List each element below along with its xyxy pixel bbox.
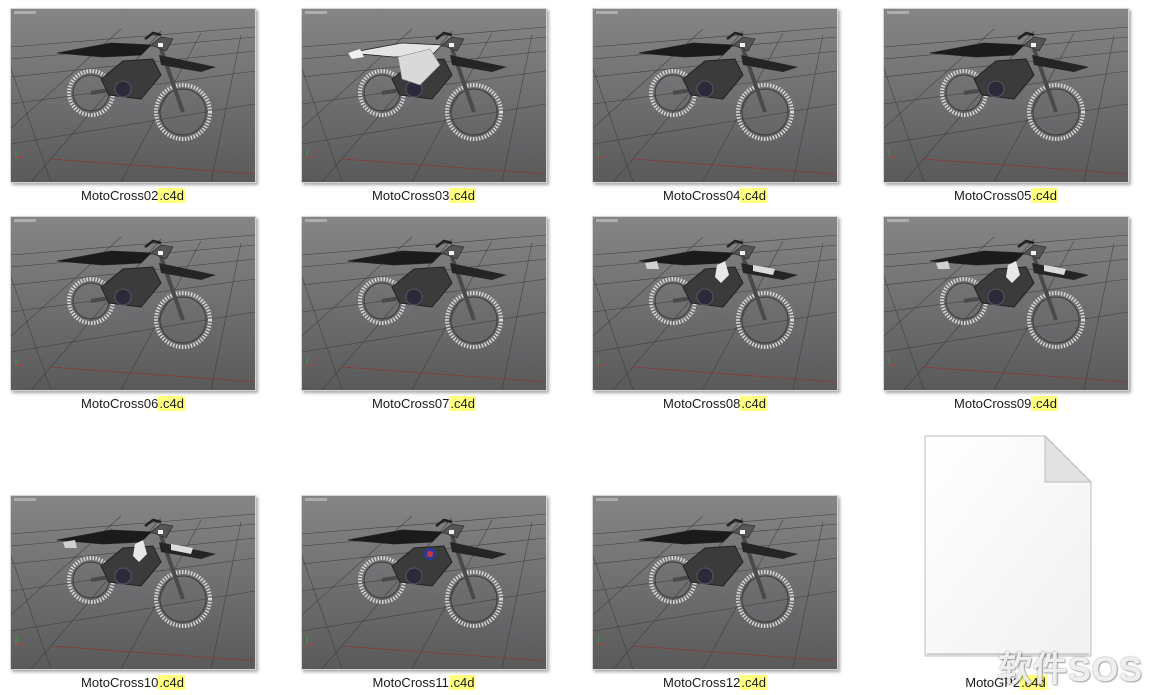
file-name-label: MotoCross10.c4d: [10, 675, 256, 691]
render-thumbnail-svg: [11, 9, 255, 182]
render-thumbnail-svg: [302, 217, 546, 390]
file-name-label: MotoCross05.c4d: [883, 188, 1129, 204]
render-thumbnail-svg: [884, 217, 1128, 390]
motocross-render-thumbnail: [592, 216, 838, 391]
file-name-stem: MotoCross03: [372, 188, 450, 203]
file-name-label: MotoCross07.c4d: [301, 396, 547, 412]
file-extension-highlight: .c4d: [740, 396, 767, 411]
render-thumbnail-svg: [302, 9, 546, 182]
render-thumbnail-svg: [593, 217, 837, 390]
file-name-label: MotoCross11.c4d: [301, 675, 547, 691]
file-name-label: MotoCross02.c4d: [10, 188, 256, 204]
motocross-render-thumbnail: [301, 495, 547, 670]
file-extension-highlight: .c4d: [158, 675, 185, 690]
motocross-render-thumbnail: [592, 8, 838, 183]
file-name-label: MotoCross03.c4d: [301, 188, 547, 204]
watermark: 软件SOS: [998, 651, 1143, 689]
file-name-label: MotoCross04.c4d: [592, 188, 838, 204]
file-name-stem: MotoCross05: [954, 188, 1032, 203]
file-name-stem: MotoCross04: [663, 188, 741, 203]
motocross-render-thumbnail: [10, 216, 256, 391]
render-thumbnail-svg: [11, 217, 255, 390]
file-name-label: MotoCross08.c4d: [592, 396, 838, 412]
motocross-render-thumbnail: [10, 8, 256, 183]
motocross-render-thumbnail: [883, 8, 1129, 183]
generic-file-icon: [915, 432, 1095, 667]
file-name-label: MotoCross06.c4d: [10, 396, 256, 412]
render-thumbnail-svg: [593, 496, 837, 669]
file-extension-highlight: .c4d: [740, 675, 767, 690]
motocross-render-thumbnail: [592, 495, 838, 670]
motocross-render-thumbnail: [301, 8, 547, 183]
file-extension-highlight: .c4d: [449, 396, 476, 411]
generic-file-icon-svg: [924, 434, 1093, 657]
motocross-render-thumbnail: [301, 216, 547, 391]
render-thumbnail-svg: [884, 9, 1128, 182]
file-extension-highlight: .c4d: [1031, 396, 1058, 411]
file-name-stem: MotoCross02: [81, 188, 159, 203]
file-name-label: MotoCross09.c4d: [883, 396, 1129, 412]
render-thumbnail-svg: [11, 496, 255, 669]
file-name-stem: MotoCross12: [663, 675, 741, 690]
file-name-label: MotoCross12.c4d: [592, 675, 838, 691]
file-name-stem: MotoCross10: [81, 675, 159, 690]
file-name-stem: MotoCross07: [372, 396, 450, 411]
file-name-stem: MotoCross06: [81, 396, 159, 411]
file-extension-highlight: .c4d: [1031, 188, 1058, 203]
file-extension-highlight: .c4d: [740, 188, 767, 203]
file-name-stem: MotoCross08: [663, 396, 741, 411]
file-extension-highlight: .c4d: [448, 675, 476, 690]
file-name-stem: MotoCross11: [372, 675, 449, 690]
file-name-stem: MotoCross09: [954, 396, 1032, 411]
render-thumbnail-svg: [302, 496, 546, 669]
file-extension-highlight: .c4d: [158, 188, 185, 203]
file-extension-highlight: .c4d: [449, 188, 476, 203]
render-thumbnail-svg: [593, 9, 837, 182]
motocross-render-thumbnail: [10, 495, 256, 670]
file-extension-highlight: .c4d: [158, 396, 185, 411]
motocross-render-thumbnail: [883, 216, 1129, 391]
